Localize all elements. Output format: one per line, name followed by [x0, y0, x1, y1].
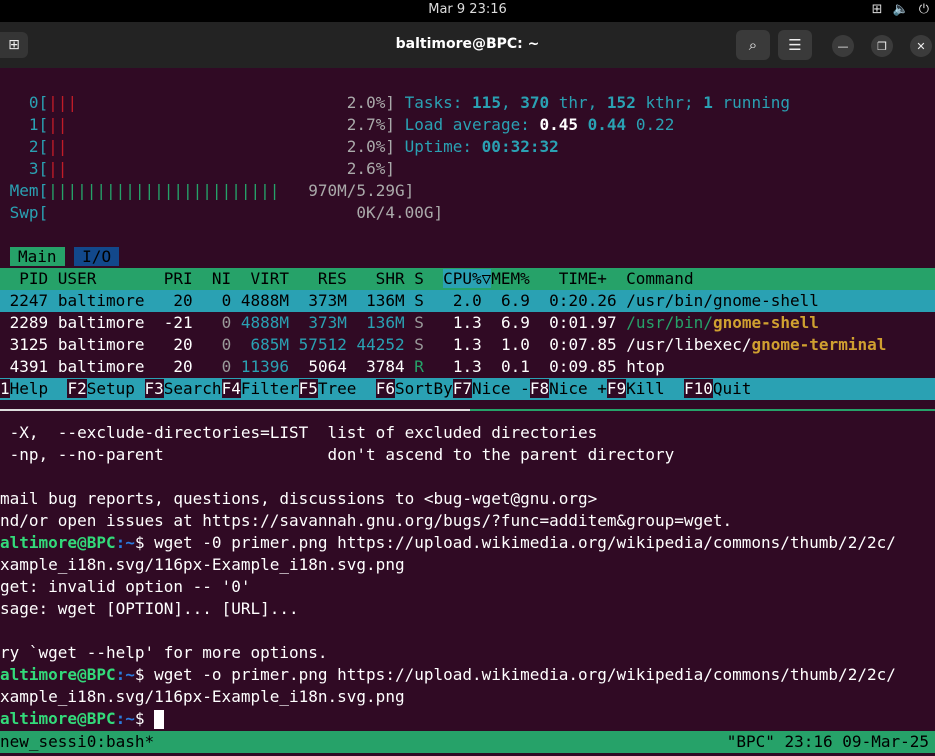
hamburger-icon: ☰: [788, 36, 802, 54]
close-icon: ✕: [916, 39, 926, 53]
shell-line: xample_i18n.svg/116px-Example_i18n.svg.p…: [0, 687, 405, 706]
f7-nice-minus[interactable]: Nice -: [472, 379, 530, 398]
shell-line: ry `wget --help' for more options.: [0, 643, 328, 662]
minimize-icon: —: [837, 39, 849, 53]
cpu-meter-1: 1[|| 2.7%] Load average: 0.45 0.44 0.22: [28, 115, 675, 134]
volume-icon[interactable]: 🔈: [893, 2, 909, 17]
maximize-button[interactable]: ❐: [871, 35, 893, 57]
shell-line: get: invalid option -- '0': [0, 577, 251, 596]
function-key-bar: 1Help F2Setup F3SearchF4FilterF5Tree F6S…: [0, 378, 935, 400]
swp-meter: Swp[ 0K/4.00G]: [9, 203, 444, 222]
tab-main[interactable]: Main: [10, 247, 65, 266]
cpu-meter-0: 0[||| 2.0%] Tasks: 115, 370 thr, 152 kth…: [28, 93, 790, 112]
shell-line: xample_i18n.svg/116px-Example_i18n.svg.p…: [0, 555, 405, 574]
menu-button[interactable]: ☰: [778, 30, 812, 60]
cpu-meter-2: 2[|| 2.0%] Uptime: 00:32:32: [28, 137, 559, 156]
text-cursor: [154, 710, 165, 729]
shell-command-line: altimore@BPC:~$ wget -0 primer.png https…: [0, 533, 896, 552]
htop-tabs: Main I/O: [10, 246, 120, 268]
tmux-status-right: "BPC" 23:16 09-Mar-25: [726, 732, 929, 751]
system-tray[interactable]: ⊞ 🔈 ⏻: [872, 2, 929, 17]
shell-line: mail bug reports, questions, discussions…: [0, 489, 598, 508]
table-row[interactable]: 4391 baltimore 20 0 11396 5064 3784 R 1.…: [0, 356, 665, 378]
sort-column-cpu[interactable]: CPU%▽: [443, 269, 492, 288]
mem-meter: Mem[|||||||||||||||||||||||| 970M/5.29G]: [9, 181, 415, 200]
f4-filter[interactable]: Filter: [240, 379, 299, 398]
f9-kill[interactable]: Kill: [626, 379, 684, 398]
tab-io[interactable]: I/O: [74, 247, 120, 266]
terminal-titlebar: ⊞ baltimore@BPC: ~ ⌕ ☰ — ❐ ✕: [0, 22, 935, 68]
f5-tree[interactable]: Tree: [317, 379, 376, 398]
shell-line: -X, --exclude-directories=LIST list of e…: [0, 423, 598, 442]
table-row[interactable]: 2247 baltimore 20 0 4888M 373M 136M S 2.…: [0, 290, 935, 312]
search-icon: ⌕: [748, 36, 758, 54]
shell-line: -np, --no-parent don't ascend to the par…: [0, 445, 675, 464]
table-row[interactable]: 2289 baltimore -21 0 4888M 373M 136M S 1…: [0, 312, 819, 334]
search-button[interactable]: ⌕: [736, 30, 770, 60]
maximize-icon: ❐: [877, 39, 887, 53]
f8-nice-plus[interactable]: Nice +: [549, 379, 607, 398]
tmux-window-list[interactable]: new_sessi0:bash*: [0, 732, 154, 751]
clock[interactable]: Mar 9 23:16: [0, 2, 935, 17]
shell-line: nd/or open issues at https://savannah.gn…: [0, 511, 733, 530]
shell-command-line: altimore@BPC:~$ wget -o primer.png https…: [0, 665, 896, 684]
terminal-area[interactable]: 0[||| 2.0%] Tasks: 115, 370 thr, 152 kth…: [0, 68, 935, 756]
f1-help[interactable]: Help: [9, 379, 68, 398]
pane-divider[interactable]: [0, 409, 935, 411]
tmux-status-bar: new_sessi0:bash* "BPC" 23:16 09-Mar-25: [0, 731, 935, 753]
shell-line: sage: wget [OPTION]... [URL]...: [0, 599, 299, 618]
cpu-meter-3: 3[|| 2.6%]: [28, 159, 395, 178]
process-table-header: PID USER PRI NI VIRT RES SHR S CPU%▽MEM%…: [0, 268, 935, 290]
f10-quit[interactable]: Quit: [712, 379, 771, 398]
f6-sortby[interactable]: SortBy: [394, 379, 453, 398]
minimize-button[interactable]: —: [832, 35, 854, 57]
power-icon[interactable]: ⏻: [919, 2, 929, 17]
system-top-bar: Mar 9 23:16 ⊞ 🔈 ⏻: [0, 0, 935, 22]
table-row[interactable]: 3125 baltimore 20 0 685M 57512 44252 S 1…: [0, 334, 887, 356]
shell-prompt[interactable]: altimore@BPC:~$: [0, 708, 165, 730]
network-icon[interactable]: ⊞: [872, 2, 883, 17]
close-button[interactable]: ✕: [910, 35, 932, 57]
f3-search[interactable]: Search: [163, 379, 222, 398]
f2-setup[interactable]: Setup: [86, 379, 145, 398]
